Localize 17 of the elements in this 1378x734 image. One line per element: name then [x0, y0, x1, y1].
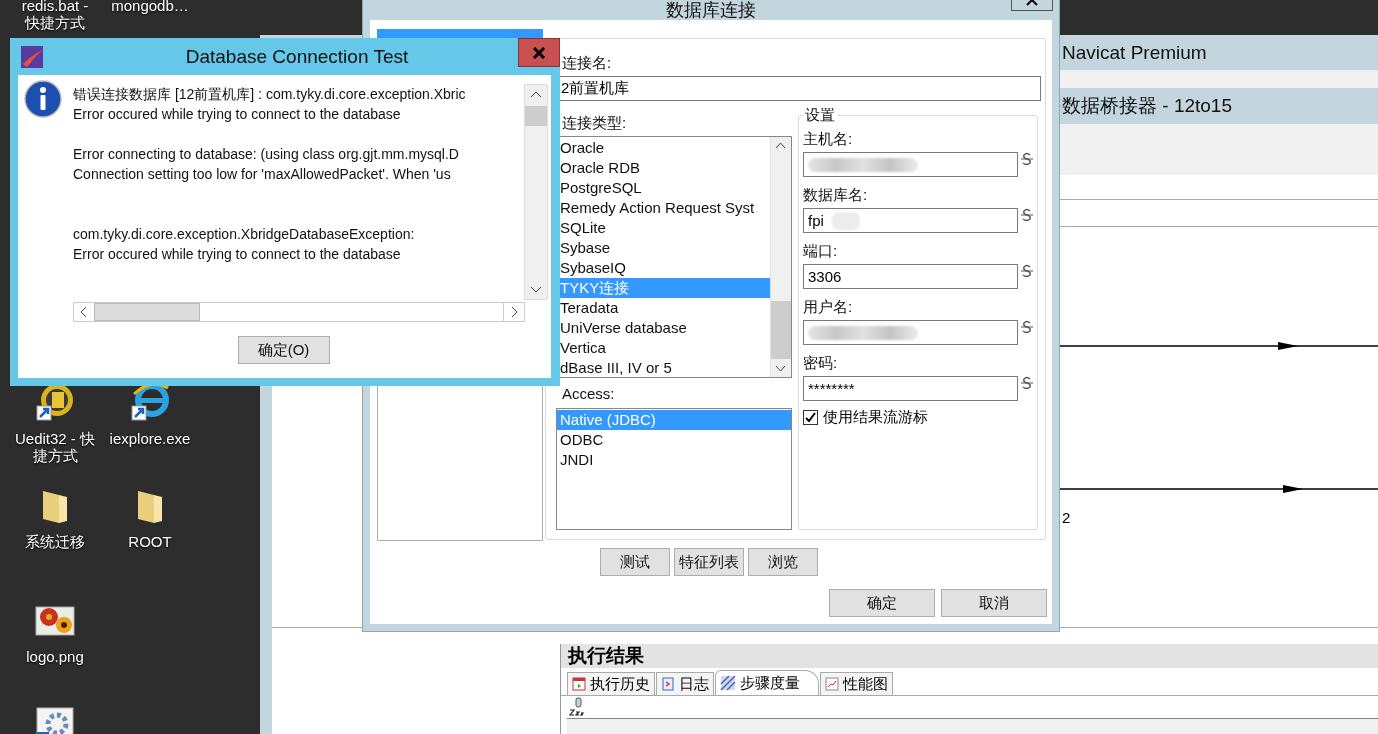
- checkbox-label: 使用结果流游标: [823, 408, 928, 427]
- field-label: 主机名:: [803, 129, 853, 149]
- field-label: Access:: [562, 384, 615, 404]
- field-label: 用户名:: [803, 297, 853, 317]
- dialog-title: 数据库连接: [666, 0, 756, 20]
- group-title: 设置: [804, 106, 836, 125]
- step-label: 2: [1062, 509, 1071, 526]
- error-message: 错误连接数据库 [12前置机库] : com.tyky.di.core.exception.Xbric Error occured while trying to connect to the database Error connecting to database: (using class org.gjt.mm.mysql.D Connection setting too low for 'maxAllowedPacket'. When 'us com.tyky.di.core.exception.XbridgeDatabaseException: Error occured while trying to connect to the database: [73, 85, 467, 264]
- field-label: 数据库名:: [803, 185, 868, 205]
- tab-title: 数据桥接器 - 12to15: [1062, 94, 1232, 118]
- panel-title: 执行结果: [568, 644, 644, 668]
- window-title: Navicat Premium: [1062, 41, 1207, 64]
- dialog-title: Database Connection Test: [185, 45, 409, 68]
- field-label: 密码:: [803, 353, 838, 373]
- field-label: 连接名:: [562, 53, 612, 73]
- field-label: 端口:: [803, 241, 838, 261]
- field-label: 连接类型:: [562, 113, 627, 133]
